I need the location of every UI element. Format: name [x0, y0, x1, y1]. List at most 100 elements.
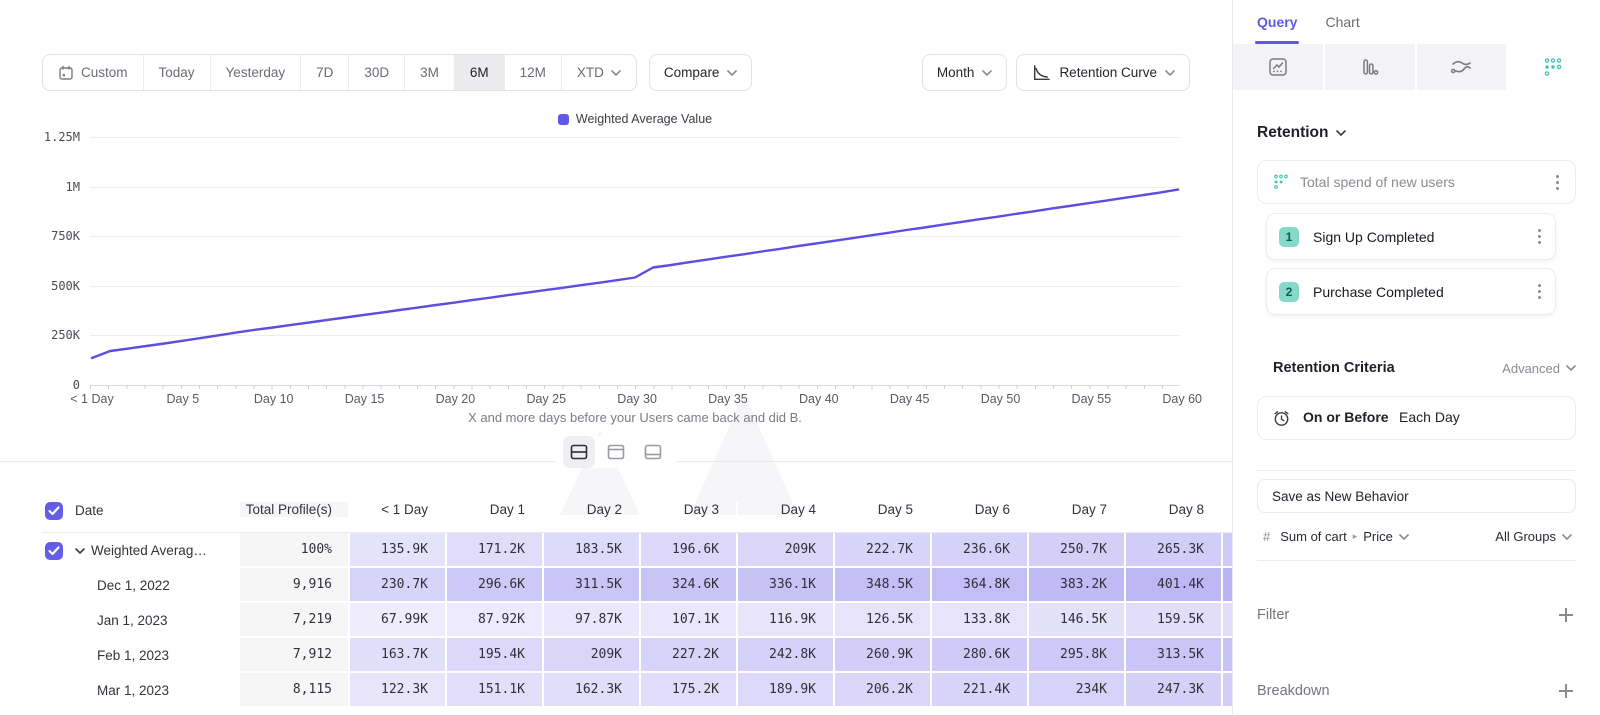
behavior-dots-icon [1272, 173, 1290, 191]
value-cell: 162.3K [544, 673, 641, 708]
filter-section: Filter [1257, 605, 1576, 625]
layout-table-bottom-button[interactable] [637, 436, 669, 468]
x-axis-label: Day 45 [890, 392, 930, 406]
flows-icon [1449, 56, 1473, 78]
range-3m[interactable]: 3M [405, 55, 455, 90]
add-filter-button[interactable] [1556, 605, 1576, 625]
retention-line-series [90, 130, 1180, 390]
layout-split-button[interactable] [563, 436, 595, 468]
range-label: 7D [316, 65, 333, 80]
select-all-checkbox[interactable] [45, 502, 63, 520]
row-date-cell: Dec 1, 2022 [42, 568, 240, 603]
range-30d[interactable]: 30D [349, 55, 405, 90]
retention-criteria-card[interactable]: On or Before Each Day [1257, 396, 1576, 440]
behavior-step-2[interactable]: 2Purchase Completed [1267, 269, 1555, 314]
tab-query[interactable]: Query [1257, 14, 1297, 44]
header-day-4: Day 4 [738, 502, 835, 519]
x-axis-label: Day 35 [708, 392, 748, 406]
value-cell: 401.4K [1126, 568, 1223, 603]
value-cell: 171.2K [447, 533, 544, 568]
range-label: 6M [470, 65, 489, 80]
kebab-menu-icon[interactable] [1552, 171, 1563, 194]
value-cell: 126.5K [835, 603, 932, 638]
range-custom[interactable]: Custom [43, 55, 144, 90]
range-6m[interactable]: 6M [455, 55, 505, 90]
value-cell: 151.1K [447, 673, 544, 708]
chart-legend: Weighted Average Value [90, 112, 1180, 126]
value-cell: 260.9K [835, 638, 932, 673]
range-today[interactable]: Today [144, 55, 211, 90]
value-cell: 116.9K [738, 603, 835, 638]
chevron-down-icon [727, 70, 737, 76]
tab-chart[interactable]: Chart [1325, 14, 1359, 44]
group-dropdown[interactable]: All Groups [1495, 529, 1572, 544]
value-cell: 230.7K [350, 568, 447, 603]
number-property-icon: # [1263, 529, 1270, 544]
chart-style-button[interactable]: Retention Curve [1016, 54, 1190, 91]
value-cell: 280.6K [932, 638, 1029, 673]
value-cell: 265.3K [1126, 533, 1223, 568]
y-axis-label: 1M [0, 180, 80, 194]
row-expand-chevron-icon[interactable] [75, 548, 85, 554]
range-yesterday[interactable]: Yesterday [211, 55, 302, 90]
compare-button[interactable]: Compare [649, 54, 753, 91]
header-day-8: Day 8 [1126, 502, 1223, 519]
criteria-condition: On or Before [1303, 409, 1389, 425]
value-cell: 227.2K [641, 638, 738, 673]
behavior-card[interactable]: Total spend of new users [1257, 160, 1576, 204]
y-axis-label: 1.25M [0, 130, 80, 144]
insights-chart-type-button[interactable] [1233, 44, 1325, 90]
add-breakdown-button[interactable] [1556, 681, 1576, 701]
x-axis-label: Day 5 [167, 392, 200, 406]
layout-toggle-group [555, 436, 677, 468]
chevron-down-icon [1336, 130, 1346, 136]
flows-chart-type-button[interactable] [1417, 44, 1509, 90]
date-range-group: Custom Today Yesterday 7D 30D 3M 6M 12M XTD [42, 54, 637, 91]
tab-chart-label: Chart [1325, 14, 1359, 30]
retention-section-header[interactable]: Retention [1257, 124, 1576, 142]
value-cell: 67.99K [350, 603, 447, 638]
funnels-chart-type-button[interactable] [1325, 44, 1417, 90]
x-axis-label: Day 30 [617, 392, 657, 406]
range-xtd[interactable]: XTD [562, 55, 636, 90]
granularity-button[interactable]: Month [922, 54, 1008, 91]
range-label: 3M [420, 65, 439, 80]
range-7d[interactable]: 7D [301, 55, 349, 90]
value-cell: 159.5K [1126, 603, 1223, 638]
row-label: Weighted Average ... [91, 543, 209, 558]
compare-label: Compare [664, 65, 720, 80]
group-label: All Groups [1495, 529, 1556, 544]
total-profiles-cell: 8,115 [240, 673, 350, 708]
row-checkbox[interactable] [45, 542, 63, 560]
total-profiles-cell: 7,219 [240, 603, 350, 638]
arrow-right-icon: ▸ [1353, 531, 1358, 542]
advanced-dropdown[interactable]: Advanced [1502, 361, 1576, 376]
behavior-step-1[interactable]: 1Sign Up Completed [1267, 214, 1555, 259]
calendar-icon [58, 65, 74, 81]
x-axis-label: Day 25 [526, 392, 566, 406]
range-label: XTD [577, 65, 604, 80]
x-axis-label: Day 60 [1162, 392, 1202, 406]
value-cell: 296.6K [447, 568, 544, 603]
table-row: Dec 1, 20229,916230.7K296.6K311.5K324.6K… [42, 568, 1232, 603]
save-as-new-behavior-button[interactable]: Save as New Behavior [1257, 479, 1576, 513]
measure-property-dropdown[interactable]: Sum of cart ▸ Price [1280, 529, 1409, 544]
retention-chart-type-button[interactable] [1508, 44, 1600, 90]
kebab-menu-icon[interactable] [1534, 225, 1545, 248]
legend-label: Weighted Average Value [576, 112, 712, 126]
layout-chart-top-button[interactable] [600, 436, 632, 468]
value-cell: 87.92K [447, 603, 544, 638]
kebab-menu-icon[interactable] [1534, 280, 1545, 303]
value-cell: 189.9K [738, 673, 835, 708]
x-axis-label: < 1 Day [70, 392, 113, 406]
toolbar: Custom Today Yesterday 7D 30D 3M 6M 12M XTD Comp… [42, 54, 1190, 91]
retention-criteria-title: Retention Criteria [1273, 360, 1502, 376]
value-cell: 146.5K [1029, 603, 1126, 638]
y-axis-label: 0 [0, 378, 80, 392]
range-12m[interactable]: 12M [505, 55, 562, 90]
row-label: Jan 1, 2023 [97, 613, 168, 628]
retention-chart: 1.25M1M750K500K250K0 < 1 DayDay 5Day 10D… [0, 130, 1232, 440]
header-day-6: Day 6 [932, 502, 1029, 519]
range-label: Today [159, 65, 195, 80]
header-day-5: Day 5 [835, 502, 932, 519]
